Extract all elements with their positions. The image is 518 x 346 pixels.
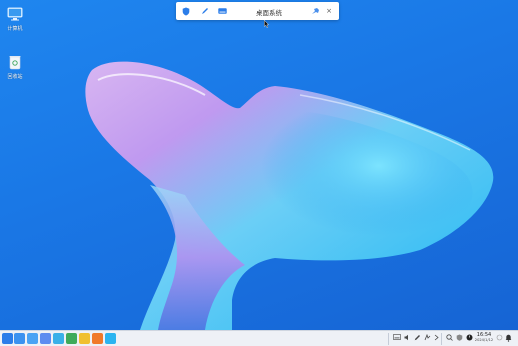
keyboard-icon[interactable] — [393, 334, 401, 340]
security-icon[interactable] — [456, 334, 463, 341]
taskbar: 16:54 2024/1/12 — [0, 330, 518, 346]
image-editor-icon[interactable] — [79, 333, 90, 344]
computer-icon — [7, 7, 23, 21]
clock[interactable]: 16:54 2024/1/12 — [474, 332, 494, 343]
bell-icon[interactable] — [505, 334, 512, 342]
clock-date: 2024/1/12 — [474, 338, 494, 342]
pen-icon[interactable] — [414, 334, 421, 341]
recycle-bin-icon — [9, 56, 21, 70]
desktop[interactable]: 计算机 回收站 桌面系统 × — [0, 0, 518, 330]
start-menu-icon[interactable] — [2, 333, 13, 344]
mail-icon[interactable] — [53, 333, 64, 344]
file-manager-icon[interactable] — [27, 333, 38, 344]
volume-icon[interactable] — [404, 334, 411, 341]
tray-divider — [388, 333, 389, 345]
chevron-right-icon[interactable] — [434, 334, 439, 341]
desktop-icon-label: 回收站 — [7, 74, 23, 80]
mouse-cursor-icon — [264, 20, 269, 28]
document-editor-icon[interactable] — [66, 333, 77, 344]
pen-icon[interactable] — [200, 6, 210, 16]
desktop-icon-computer[interactable]: 计算机 — [0, 6, 30, 32]
office-suite-icon[interactable] — [92, 333, 103, 344]
photo-viewer-icon[interactable] — [40, 333, 51, 344]
power-icon[interactable] — [466, 334, 473, 341]
home-folder-icon[interactable] — [14, 333, 25, 344]
close-button[interactable]: × — [324, 6, 334, 16]
pin-icon[interactable] — [310, 6, 320, 16]
network-icon[interactable] — [424, 334, 431, 341]
wallpaper-artwork — [85, 61, 494, 330]
toggle-icon[interactable] — [496, 334, 503, 341]
desktop-icon-recycle-bin[interactable]: 回收站 — [0, 54, 30, 80]
remote-desktop-toolbar: 桌面系统 × — [176, 2, 339, 20]
toolbar-title: 桌面系统 — [256, 9, 282, 17]
search-icon[interactable] — [446, 334, 453, 341]
shield-icon[interactable] — [181, 6, 191, 16]
keyboard-icon[interactable] — [217, 6, 227, 16]
desktop-icon-label: 计算机 — [7, 26, 23, 32]
browser-icon[interactable] — [105, 333, 116, 344]
tray-divider — [441, 333, 442, 345]
